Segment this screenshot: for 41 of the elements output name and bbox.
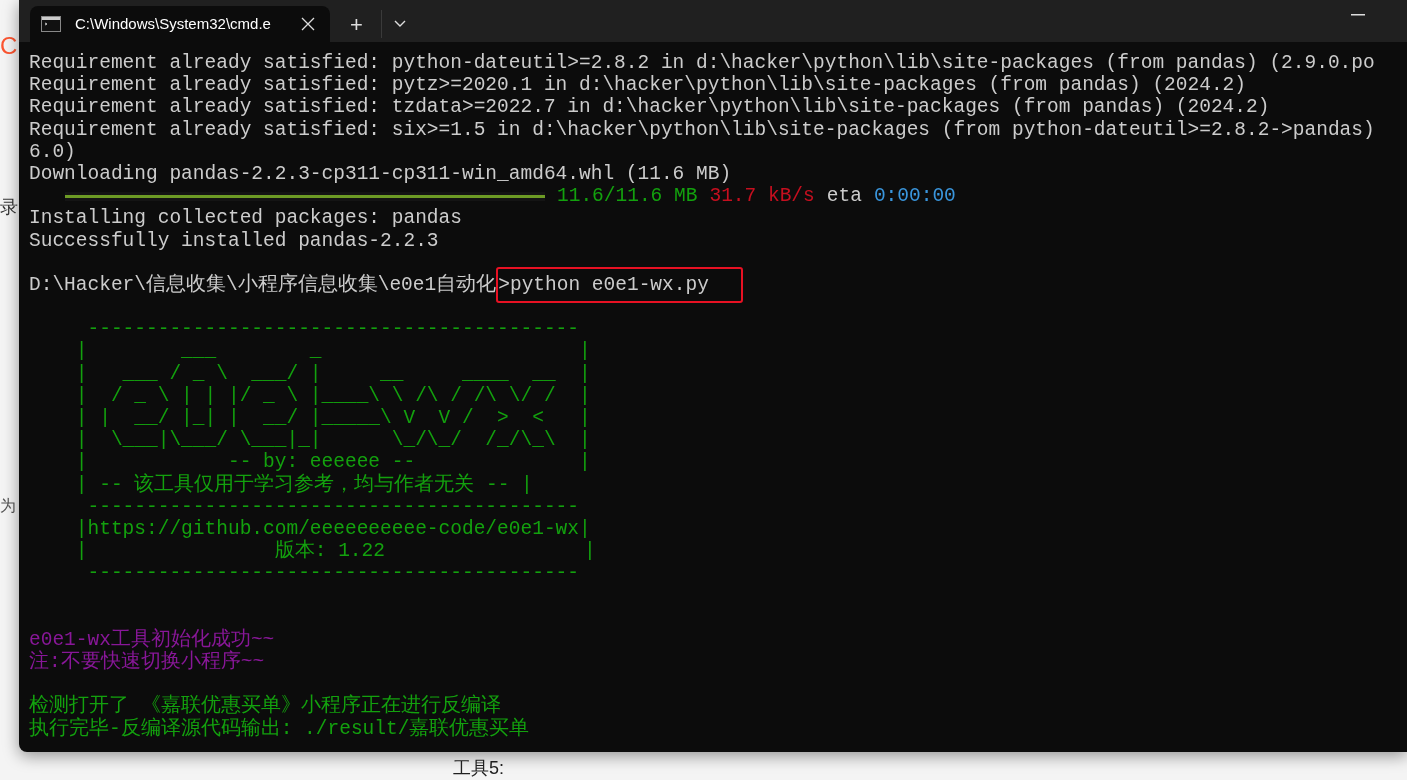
terminal-text: | \___|\___/ \___|_| \_/\_/ /_/\_\ | xyxy=(74,429,591,452)
terminal-text: | -- 该工具仅用于学习参考，均与作者无关 -- | xyxy=(74,473,533,496)
page-text: 录 xyxy=(0,196,18,219)
terminal-text: D:\Hacker\信息收集\小程序信息收集\e0e1自动化 xyxy=(29,273,497,297)
page-text: 工具5: xyxy=(453,757,504,780)
terminal-text: Requirement already satisfied: six>=1.5 in d:\hacker\python\lib\site-packages (from python-dateutil>=2.8.2->pandas) xyxy=(29,118,1375,141)
close-icon[interactable] xyxy=(301,17,315,31)
page-text: 为 xyxy=(0,496,16,516)
terminal-text: | ___ / _ \ ___/ | __ ____ __ | xyxy=(74,362,591,385)
terminal-text: 0:00:00 xyxy=(873,183,956,209)
command-text: >python e0e1-wx.py xyxy=(496,266,743,304)
terminal-text: Installing collected packages: pandas xyxy=(29,207,462,230)
terminal-text: ------------------------------------------ xyxy=(86,318,579,341)
terminal-text: | ___ _ | xyxy=(74,340,591,363)
terminal-text: 6.0) xyxy=(29,140,76,163)
terminal-tab[interactable]: C:\Windows\System32\cmd.e xyxy=(30,6,330,42)
minimize-icon[interactable] xyxy=(1351,14,1365,16)
tab-title: C:\Windows\System32\cmd.e xyxy=(75,13,272,34)
new-tab-button[interactable]: + xyxy=(344,7,369,41)
terminal-text: | 版本: 1.22 | xyxy=(74,540,596,563)
terminal-text: 31.7 kB/s xyxy=(709,183,815,209)
terminal-text: |https://github.com/eeeeeeeeee-code/e0e1-wx| xyxy=(74,517,591,540)
terminal-text: 执行完毕-反编译源代码输出: ./result/嘉联优惠买单 xyxy=(29,717,530,740)
terminal-text: | -- by: eeeeee -- | xyxy=(74,451,591,474)
terminal-icon xyxy=(41,16,61,32)
terminal-text: | / _ \ | | |/ _ \ |____\ \ /\ / /\ \/ / | xyxy=(74,384,591,407)
terminal-text: | | __/ |_| | __/ |_____\ V V / > < | xyxy=(74,407,591,430)
terminal-text: ------------------------------------------ xyxy=(86,562,579,585)
terminal-text: Successfully installed pandas-2.2.3 xyxy=(29,229,439,252)
terminal-text: eta xyxy=(826,183,862,209)
chevron-down-icon[interactable] xyxy=(393,20,406,28)
terminal-text: Downloading pandas-2.2.3-cp311-cp311-win_amd64.whl (11.6 MB) xyxy=(29,162,732,186)
terminal-text: 检测打开了 《嘉联优惠买单》小程序正在进行反编译 xyxy=(29,695,501,718)
terminal-text: Requirement already satisfied: tzdata>=2022.7 in d:\hacker\python\lib\site-packages (from pandas) (2024.2) xyxy=(29,96,1270,119)
terminal-text: ------------------------------------------ xyxy=(86,495,579,518)
terminal-text: 注:不要快速切换小程序~~ xyxy=(29,651,265,674)
terminal-text: Requirement already satisfied: pytz>=2020.1 in d:\hacker\python\lib\site-packages (from pandas) (2024.2) xyxy=(29,74,1246,97)
terminal-text: 11.6/11.6 MB xyxy=(557,183,698,209)
terminal-text: Requirement already satisfied: python-dateutil>=2.8.2 in d:\hacker\python\lib\site-packages (from pandas) (2.9.0.po xyxy=(29,52,1375,75)
terminal-text: e0e1-wx工具初始化成功~~ xyxy=(29,628,275,651)
logo-letter: C xyxy=(0,31,18,61)
